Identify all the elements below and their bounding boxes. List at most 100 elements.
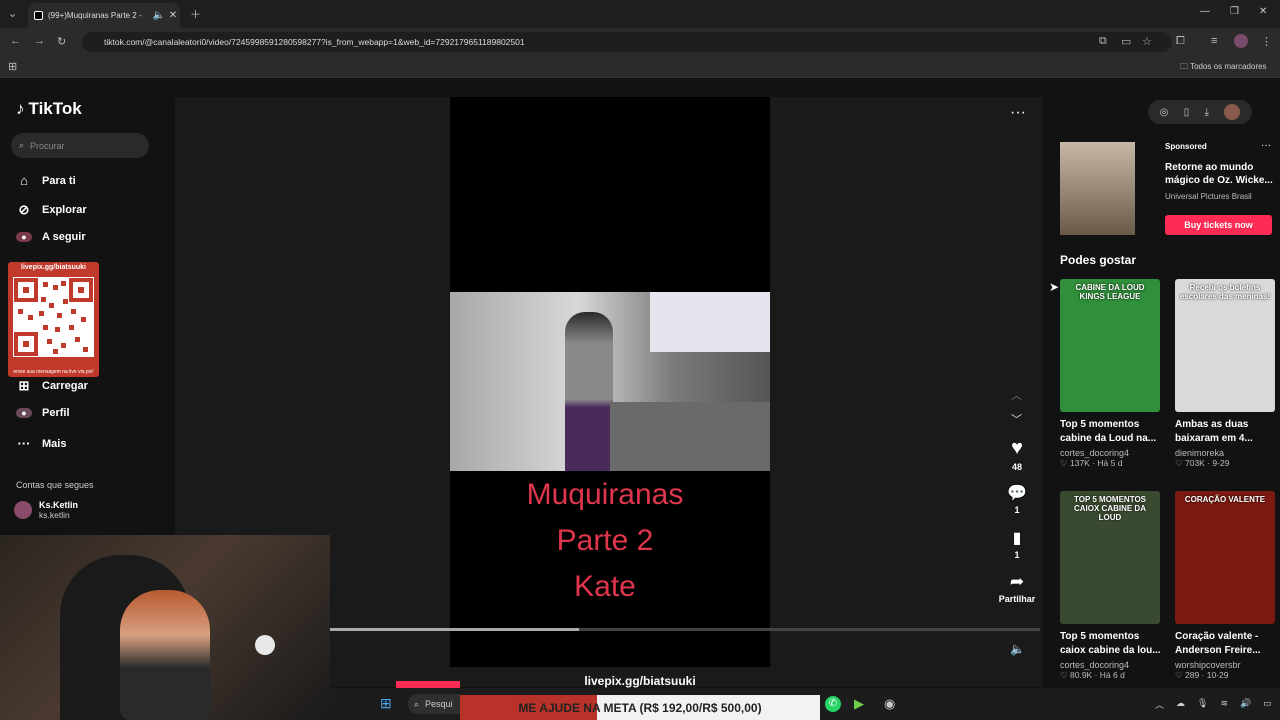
previous-video-icon[interactable]: ︿ xyxy=(1011,387,1022,403)
streamer-figure xyxy=(120,590,210,720)
ad-more-icon[interactable]: ··· xyxy=(1261,140,1271,151)
heart-icon: ♥ xyxy=(1011,437,1023,459)
tab-list-icon[interactable]: ⌄ xyxy=(8,7,17,20)
tiktok-note-icon: ♪ xyxy=(16,99,25,118)
following-account[interactable]: Ks.Ketlin ks.ketlin xyxy=(14,500,78,520)
recommended-author[interactable]: worshipcoversbr xyxy=(1175,660,1280,670)
more-dots-icon: ··· xyxy=(17,436,31,451)
maximize-icon[interactable]: ❐ xyxy=(1230,6,1239,17)
heart-outline-icon: ♡ xyxy=(1175,670,1183,680)
account-handle: ks.ketlin xyxy=(39,510,70,520)
save-action[interactable]: ▮ 1 xyxy=(1000,528,1034,560)
ad-title[interactable]: Retorne ao mundo mágico de Oz. Wicke... xyxy=(1165,161,1275,187)
new-tab-icon[interactable]: ＋ xyxy=(190,6,201,22)
windows-start-icon[interactable]: ⊞ xyxy=(380,695,392,712)
download-icon[interactable]: ⤓ xyxy=(1205,107,1209,118)
comment-count: 1 xyxy=(1014,505,1020,515)
translate-icon[interactable]: ⧉ xyxy=(1099,35,1107,48)
recommended-author[interactable]: cortes_docoring4 xyxy=(1060,448,1165,458)
video-thumbnail[interactable]: CORAÇÃO VALENTE xyxy=(1175,491,1275,624)
wifi-icon[interactable]: ≋ xyxy=(1220,698,1228,711)
recommended-author[interactable]: dienimoreka xyxy=(1175,448,1280,458)
nav-for-you[interactable]: ⌂ Para ti xyxy=(16,173,76,188)
system-tray: ︿ ☁ 🎙 ≋ 🔊 ▭ 🔔 xyxy=(1155,698,1280,711)
search-icon: ⌕ xyxy=(19,140,25,150)
recommended-title[interactable]: Top 5 momentos cabine da Loud na... xyxy=(1060,418,1165,446)
browser-tab[interactable]: (99+)Muquiranas Parte 2 - 🔈 ✕ xyxy=(28,3,180,28)
whatsapp-icon[interactable]: ✆ xyxy=(825,696,841,712)
comment-icon: 💬 xyxy=(1007,485,1027,502)
buy-tickets-button[interactable]: Buy tickets now xyxy=(1165,215,1272,235)
home-icon: ⌂ xyxy=(20,173,28,188)
tiktok-logo[interactable]: ♪ TikTok xyxy=(16,99,82,119)
nav-label: Explorar xyxy=(42,204,87,216)
thumbnail-caption: Recebi os boletins escolares das meninas… xyxy=(1179,283,1271,301)
heart-outline-icon: ♡ xyxy=(1175,458,1183,468)
speaker-icon[interactable]: 🔊 xyxy=(1240,698,1251,711)
device-icon[interactable]: ▯ xyxy=(1184,107,1190,118)
nav-following[interactable]: ● A seguir xyxy=(16,231,86,243)
video-thumbnail[interactable]: CABINE DA LOUD KINGS LEAGUE xyxy=(1060,279,1160,412)
video-more-icon[interactable]: ··· xyxy=(1010,104,1026,122)
user-avatar[interactable] xyxy=(1224,104,1241,120)
url-field[interactable]: tiktok.com/@canalaleatori0/video/7245998… xyxy=(82,32,1172,52)
nav-upload[interactable]: ⊞ Carregar xyxy=(16,378,88,394)
recommended-title[interactable]: Top 5 momentos caiox cabine da lou... xyxy=(1060,630,1165,658)
close-window-icon[interactable]: ✕ xyxy=(1259,6,1267,17)
desk-item xyxy=(255,635,275,655)
all-bookmarks[interactable]: 🗀 Todos os marcadores xyxy=(1180,61,1267,75)
coins-icon[interactable]: ◎ xyxy=(1160,107,1169,118)
menu-icon[interactable]: ⋮ xyxy=(1261,35,1272,48)
app-icon[interactable]: ▶ xyxy=(854,696,864,712)
logo-text: TikTok xyxy=(28,99,82,118)
cloud-icon[interactable]: ☁ xyxy=(1176,698,1185,711)
media-icon[interactable]: ≡ xyxy=(1211,35,1217,47)
back-icon[interactable]: ← xyxy=(10,35,21,47)
ad-thumbnail[interactable] xyxy=(1060,142,1135,235)
save-count: 1 xyxy=(1014,550,1020,560)
video-thumbnail[interactable]: TOP 5 MOMENTOS CAIOX CABINE DA LOUD xyxy=(1060,491,1160,624)
volume-icon[interactable]: 🔈 xyxy=(1010,642,1025,656)
taskbar-search[interactable]: ⌕ Pesqui xyxy=(408,694,468,714)
account-avatar xyxy=(14,501,32,519)
search-input[interactable]: ⌕ Procurar xyxy=(11,133,149,158)
tray-chevron-icon[interactable]: ︿ xyxy=(1155,698,1164,711)
recommended-title[interactable]: Coração valente - Anderson Freire... xyxy=(1175,630,1280,658)
upload-icon: ⊞ xyxy=(18,378,30,393)
video-thumbnail[interactable]: Recebi os boletins escolares das meninas… xyxy=(1175,279,1275,412)
nav-profile[interactable]: ● Perfil xyxy=(16,407,70,419)
obs-icon[interactable]: ◉ xyxy=(884,696,895,712)
recommended-video-card[interactable]: CORAÇÃO VALENTE Coração valente - Anderso… xyxy=(1175,491,1280,681)
apps-grid-icon[interactable]: ⊞ xyxy=(8,60,17,73)
extensions-icon[interactable]: ⧠ xyxy=(1176,35,1185,48)
bookmark-star-icon[interactable]: ☆ xyxy=(1142,35,1152,48)
share-action[interactable]: ➦ Partilhar xyxy=(994,572,1040,604)
goal-progress-bar: ME AJUDE NA META (R$ 192,00/R$ 500,00) xyxy=(460,695,820,720)
recommended-video-card[interactable]: Recebi os boletins escolares das meninas… xyxy=(1175,279,1280,469)
heart-outline-icon: ♡ xyxy=(1060,458,1068,468)
recommended-title[interactable]: Ambas as duas baixaram em 4... xyxy=(1175,418,1280,446)
forward-icon[interactable]: → xyxy=(34,35,45,47)
close-tab-icon[interactable]: ✕ xyxy=(166,10,180,21)
account-name: Ks.Ketlin xyxy=(39,500,79,510)
cast-icon[interactable]: ▭ xyxy=(1121,35,1131,48)
nav-explore[interactable]: ⊘ Explorar xyxy=(16,202,87,218)
microphone-icon[interactable]: 🎙 xyxy=(1197,698,1208,711)
next-video-icon[interactable]: ﹀ xyxy=(1011,411,1022,427)
comment-action[interactable]: 💬 1 xyxy=(1000,483,1034,515)
nav-more[interactable]: ··· Mais xyxy=(16,436,67,451)
recommended-video-card[interactable]: CABINE DA LOUD KINGS LEAGUE Top 5 momento… xyxy=(1060,279,1165,469)
video-title-line: Kate xyxy=(574,570,636,603)
recommended-video-card[interactable]: TOP 5 MOMENTOS CAIOX CABINE DA LOUD Top 5… xyxy=(1060,491,1165,681)
profile-avatar[interactable] xyxy=(1234,34,1248,48)
battery-icon[interactable]: ▭ xyxy=(1263,698,1272,711)
reload-icon[interactable]: ↻ xyxy=(57,35,66,48)
counter xyxy=(610,402,770,471)
mute-tab-icon[interactable]: 🔈 xyxy=(152,10,166,21)
recommended-author[interactable]: cortes_docoring4 xyxy=(1060,660,1165,670)
like-count: 703K xyxy=(1185,458,1205,468)
like-action[interactable]: ♥ 48 xyxy=(1000,437,1034,472)
recommended-stats: ♡ 137K · Há 5 d xyxy=(1060,458,1123,468)
taskbar-search-text: Pesqui xyxy=(425,699,453,709)
minimize-icon[interactable]: — xyxy=(1200,6,1210,17)
